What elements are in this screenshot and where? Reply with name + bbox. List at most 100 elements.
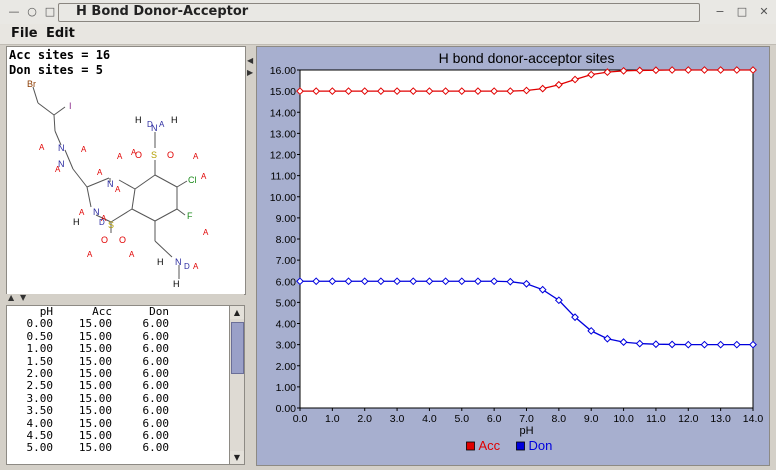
- x-tick-label: 14.0: [743, 413, 764, 425]
- cell-acc: 15.00: [78, 379, 112, 393]
- svg-text:S: S: [151, 150, 157, 160]
- expand-right-icon[interactable]: ▶: [247, 68, 253, 77]
- plot-area: [299, 69, 754, 409]
- minimize-dash-icon[interactable]: —: [8, 6, 20, 18]
- table-row: 2.50 15.00 6.00: [7, 379, 170, 393]
- molecule-structure: Br I N N N N H S O O S O O N H H Cl F N …: [27, 79, 209, 289]
- svg-text:I: I: [69, 101, 72, 111]
- table-row: 3.50 15.00 6.00: [7, 404, 170, 418]
- collapse-up-icon[interactable]: ▲: [8, 293, 14, 302]
- scroll-down-icon[interactable]: ▼: [230, 451, 244, 464]
- close-icon[interactable]: ✕: [758, 6, 770, 18]
- cell-don: 6.00: [142, 441, 170, 455]
- svg-text:A: A: [87, 250, 93, 259]
- svg-text:D: D: [147, 120, 153, 129]
- svg-text:D: D: [99, 218, 105, 227]
- cell-ph: 0.00: [26, 317, 54, 331]
- svg-text:A: A: [159, 120, 165, 129]
- svg-text:A: A: [97, 168, 103, 177]
- minimize-icon[interactable]: −: [714, 6, 726, 18]
- square-icon[interactable]: □: [44, 6, 56, 18]
- svg-text:S: S: [108, 220, 114, 230]
- svg-text:A: A: [193, 152, 199, 161]
- hbond-chart: H bond donor-acceptor sites0.001.002.003…: [270, 50, 764, 453]
- x-tick-label: 7.0: [519, 413, 534, 425]
- x-tick-label: 1.0: [325, 413, 340, 425]
- cell-acc: 15.00: [78, 342, 112, 356]
- horizontal-splitter[interactable]: ▲ ▼: [6, 293, 244, 304]
- x-tick-label: 5.0: [454, 413, 469, 425]
- cell-don: 6.00: [142, 404, 170, 418]
- expand-down-icon[interactable]: ▼: [20, 293, 26, 302]
- svg-text:O: O: [167, 150, 174, 160]
- svg-text:A: A: [203, 228, 209, 237]
- x-tick-label: 6.0: [487, 413, 502, 425]
- cell-ph: 1.00: [26, 342, 54, 356]
- x-tick-label: 3.0: [390, 413, 405, 425]
- y-tick-label: 16.00: [270, 65, 296, 77]
- y-tick-label: 2.00: [276, 361, 297, 373]
- circle-icon[interactable]: ○: [26, 6, 38, 18]
- cell-don: 6.00: [142, 379, 170, 393]
- x-tick-label: 8.0: [552, 413, 567, 425]
- svg-text:A: A: [129, 250, 135, 259]
- y-tick-label: 4.00: [276, 319, 297, 331]
- svg-text:A: A: [55, 165, 61, 174]
- cell-ph: 5.00: [26, 441, 54, 455]
- table-scrollbar[interactable]: ▲ ▼: [229, 305, 245, 465]
- y-tick-label: 13.00: [270, 128, 296, 140]
- cell-acc: 15.00: [78, 404, 112, 418]
- svg-text:A: A: [115, 185, 121, 194]
- chart-panel: H bond donor-acceptor sites 0.00 1.00 2.00 3…: [256, 46, 770, 466]
- svg-text:H: H: [173, 279, 180, 289]
- x-tick-label: 13.0: [710, 413, 731, 425]
- y-tick-label: 8.00: [276, 234, 297, 246]
- chart-title: H bond donor-acceptor sites: [439, 50, 615, 66]
- cell-don: 6.00: [142, 342, 170, 356]
- maximize-icon[interactable]: □: [736, 6, 748, 18]
- menu-bar: File Edit: [0, 24, 776, 45]
- svg-text:A: A: [81, 145, 87, 154]
- menu-file[interactable]: File: [11, 26, 38, 41]
- svg-text:N: N: [175, 257, 182, 267]
- molecule-panel: Acc sites = 16 Don sites = 5 Br I N N N …: [6, 46, 246, 295]
- y-tick-label: 1.00: [276, 382, 297, 394]
- x-tick-label: 0.0: [293, 413, 308, 425]
- x-tick-label: 12.0: [678, 413, 699, 425]
- svg-text:D: D: [184, 262, 190, 271]
- svg-text:H: H: [135, 115, 142, 125]
- ph-table: pH Acc Don 0.00 15.00 6.00 0.50 15.00 6.00 1…: [7, 306, 170, 455]
- y-tick-label: 3.00: [276, 340, 297, 352]
- cell-ph: 3.50: [26, 404, 54, 418]
- table-row: 0.00 15.00 6.00: [7, 317, 170, 331]
- svg-text:N: N: [107, 179, 114, 189]
- svg-text:Br: Br: [27, 79, 36, 89]
- menu-edit[interactable]: Edit: [46, 26, 75, 41]
- svg-text:A: A: [193, 262, 199, 271]
- ph-table-panel: pH Acc Don 0.00 15.00 6.00 0.50 15.00 6.00 1…: [6, 305, 230, 465]
- cell-ph: 2.50: [26, 379, 54, 393]
- y-tick-label: 7.00: [276, 255, 297, 267]
- y-tick-label: 10.00: [270, 192, 296, 204]
- cell-acc: 15.00: [78, 317, 112, 331]
- svg-text:H: H: [171, 115, 178, 125]
- y-tick-label: 15.00: [270, 86, 296, 98]
- legend-label-acc: Acc: [479, 438, 501, 453]
- scroll-thumb[interactable]: [231, 322, 244, 374]
- table-row: 5.00 15.00 6.00: [7, 441, 170, 455]
- vertical-splitter[interactable]: ◀ ▶: [246, 46, 254, 464]
- y-tick-label: 12.00: [270, 150, 296, 162]
- collapse-left-icon[interactable]: ◀: [247, 56, 253, 65]
- cell-acc: 15.00: [78, 441, 112, 455]
- svg-text:A: A: [201, 172, 207, 181]
- svg-text:H: H: [73, 217, 80, 227]
- svg-text:A: A: [39, 143, 45, 152]
- svg-text:O: O: [119, 235, 126, 245]
- y-tick-label: 6.00: [276, 276, 297, 288]
- scroll-up-icon[interactable]: ▲: [230, 306, 244, 319]
- x-tick-label: 2.0: [357, 413, 372, 425]
- legend-label-don: Don: [529, 438, 553, 453]
- cell-don: 6.00: [142, 317, 170, 331]
- svg-text:N: N: [58, 143, 65, 153]
- svg-text:A: A: [131, 148, 137, 157]
